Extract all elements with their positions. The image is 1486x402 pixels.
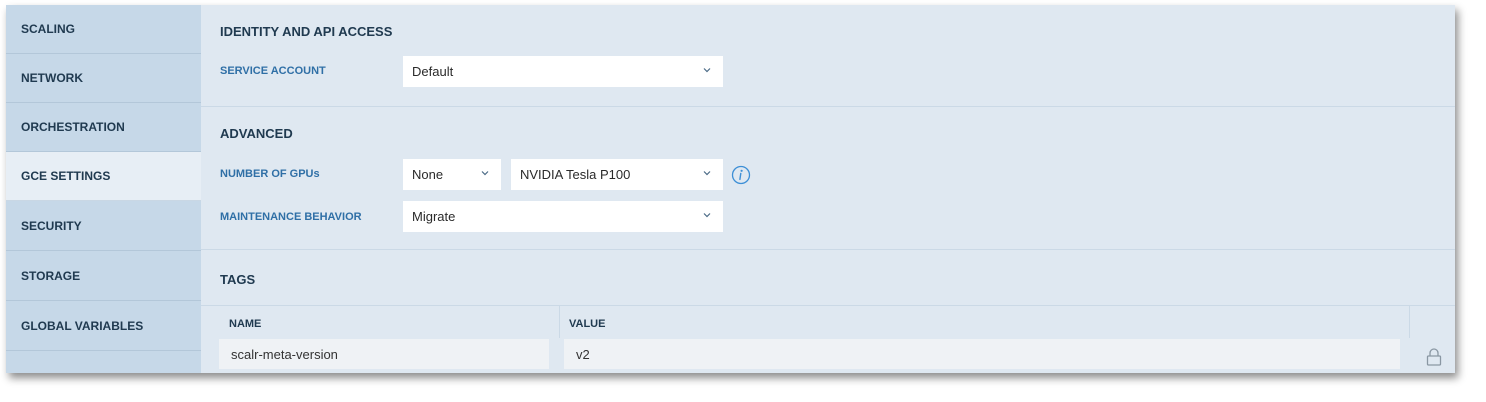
- sidebar-item-gce-settings[interactable]: GCE SETTINGS: [6, 152, 201, 201]
- gce-settings-panel: SCALING NETWORK ORCHESTRATION GCE SETTIN…: [6, 5, 1455, 373]
- sidebar-item-label: GLOBAL VARIABLES: [21, 319, 144, 333]
- service-account-value: Default: [412, 64, 454, 79]
- gpu-count-select[interactable]: None: [403, 159, 501, 190]
- gpu-count-label: NUMBER OF GPUs: [220, 168, 320, 180]
- sidebar-item-label: NETWORK: [21, 71, 83, 85]
- tags-header-value: VALUE: [569, 317, 606, 330]
- gpu-type-value: NVIDIA Tesla P100: [520, 167, 631, 182]
- tags-header-name: NAME: [229, 317, 262, 330]
- sidebar-item-scaling[interactable]: SCALING: [6, 5, 201, 54]
- sidebar-item-orchestration[interactable]: ORCHESTRATION: [6, 103, 201, 152]
- sidebar-item-label: SCALING: [21, 22, 75, 36]
- settings-content: IDENTITY AND API ACCESS SERVICE ACCOUNT …: [201, 5, 1455, 373]
- section-title-identity: IDENTITY AND API ACCESS: [220, 24, 393, 39]
- chevron-down-icon: [703, 213, 711, 218]
- chevron-down-icon: [481, 171, 489, 176]
- section-divider: [201, 106, 1455, 107]
- section-divider: [201, 249, 1455, 250]
- sidebar-item-global-variables[interactable]: GLOBAL VARIABLES: [6, 302, 201, 351]
- maintenance-value: Migrate: [412, 209, 456, 224]
- chevron-down-icon: [703, 68, 711, 73]
- service-account-select[interactable]: Default: [403, 56, 723, 87]
- section-title-tags: TAGS: [220, 272, 256, 287]
- sidebar-item-security[interactable]: SECURITY: [6, 202, 201, 251]
- info-icon[interactable]: [731, 165, 751, 185]
- chevron-down-icon: [703, 171, 711, 176]
- sidebar-item-label: GCE SETTINGS: [21, 169, 111, 183]
- maintenance-label: MAINTENANCE BEHAVIOR: [220, 211, 362, 223]
- service-account-label: SERVICE ACCOUNT: [220, 65, 326, 77]
- sidebar-item-label: ORCHESTRATION: [21, 120, 125, 134]
- tag-value-cell[interactable]: v2: [564, 339, 1400, 369]
- gpu-type-select[interactable]: NVIDIA Tesla P100: [511, 159, 723, 190]
- sidebar-item-label: SECURITY: [21, 219, 82, 233]
- gpu-count-value: None: [412, 167, 444, 182]
- tag-value: v2: [576, 346, 590, 362]
- tag-name: scalr-meta-version: [231, 346, 338, 362]
- section-title-advanced: ADVANCED: [220, 126, 293, 141]
- tag-name-cell[interactable]: scalr-meta-version: [219, 339, 549, 369]
- column-separator: [1409, 305, 1410, 338]
- maintenance-select[interactable]: Migrate: [403, 201, 723, 232]
- sidebar-item-network[interactable]: NETWORK: [6, 54, 201, 103]
- tags-table-top-border: [201, 305, 1455, 306]
- sidebar-item-label: STORAGE: [21, 269, 81, 283]
- sidebar: SCALING NETWORK ORCHESTRATION GCE SETTIN…: [6, 5, 201, 373]
- lock-icon: [1426, 348, 1442, 366]
- sidebar-item-storage[interactable]: STORAGE: [6, 252, 201, 301]
